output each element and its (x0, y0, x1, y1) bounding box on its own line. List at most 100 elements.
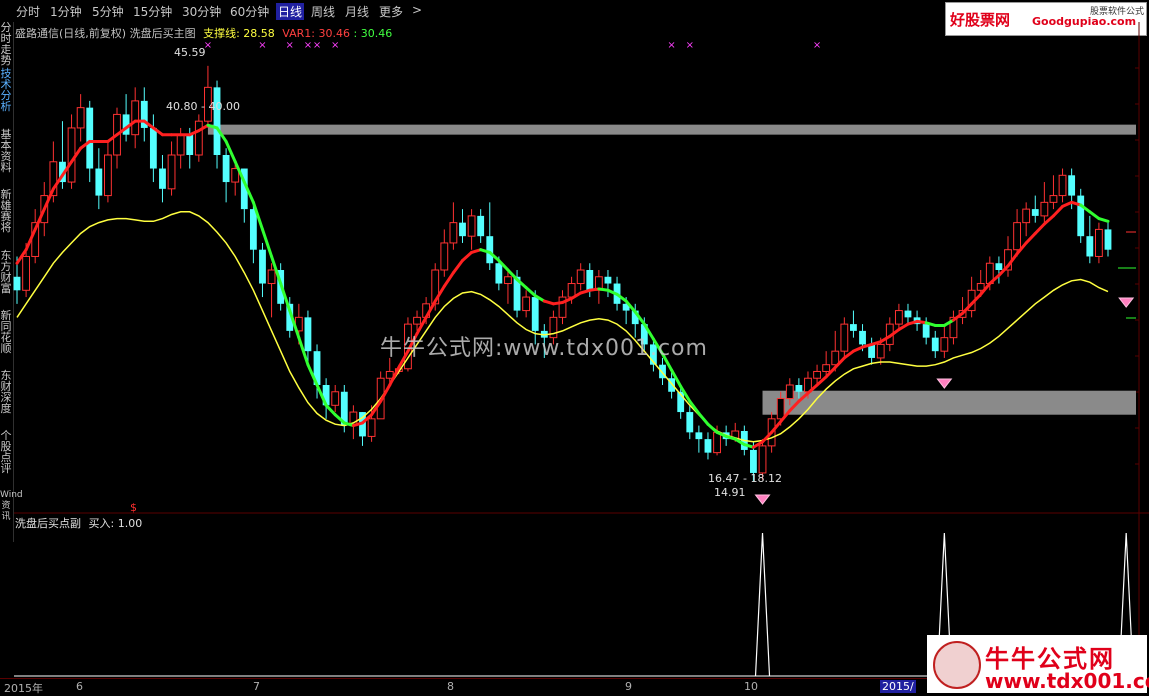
var-line-green (697, 411, 710, 426)
resistance-zone (207, 124, 1137, 135)
candle-body-up (394, 368, 403, 372)
var-line-red (988, 273, 1001, 286)
var1-label: VAR1: (282, 27, 315, 40)
more-arrow-icon[interactable]: > (412, 3, 422, 17)
buy-value: 1.00 (117, 517, 143, 530)
sidebar-item-depth[interactable]: 东财深度 (0, 370, 12, 414)
var-line-red (51, 173, 64, 191)
candle-body-down (631, 310, 639, 325)
var-line-red (961, 302, 974, 315)
candle-body-up (131, 100, 140, 136)
x-tick-label: 8 (447, 680, 454, 693)
candle-body-up (422, 303, 431, 318)
sidebar-item-review[interactable]: 个股点评 (0, 430, 12, 474)
candle-body-up (431, 269, 440, 305)
x-tick-label: 9 (625, 680, 632, 693)
left-sidebar: 分时走势 技术分析 基本资料 新雄赛将 东方财富 新同花顺 东财深度 个股点评 … (0, 22, 23, 542)
var-line-red (1042, 214, 1055, 226)
tab-weekly[interactable]: 周线 (311, 3, 335, 20)
candle-body-up (231, 168, 240, 183)
sidebar-item-technical[interactable]: 技术分析 (0, 68, 12, 112)
tab-60min[interactable]: 60分钟 (228, 3, 271, 20)
var-line-red (1061, 200, 1074, 208)
var-line-green (279, 282, 292, 313)
candle-body-down (304, 317, 312, 352)
var-line-green (1088, 210, 1101, 221)
candle-body-down (240, 168, 248, 210)
var-line-green (224, 139, 237, 164)
magenta-x-marker: × (813, 40, 821, 51)
candle-body-down (668, 378, 676, 392)
var-line-red (442, 271, 455, 288)
var-line-red (788, 399, 801, 413)
var-line-red (824, 365, 837, 379)
candle-body-up (194, 120, 203, 156)
x-tick-label: 2015年 (4, 682, 43, 695)
candle-body-down (140, 100, 148, 128)
var-line-red (379, 383, 392, 403)
magenta-x-marker: × (258, 40, 266, 51)
sidebar-item-eastmoney[interactable]: 东方财富 (0, 250, 12, 294)
var-line-red (870, 340, 883, 346)
candle-body-up (731, 430, 740, 440)
var-line-green (733, 437, 746, 447)
buy-label: 买入: (88, 517, 115, 530)
var-line-red (151, 126, 164, 137)
resistance-zone-label: 40.80 - 40.00 (166, 100, 240, 113)
var-line-red (451, 259, 464, 275)
var-line-red (897, 322, 910, 332)
tab-30min[interactable]: 30分钟 (182, 3, 221, 20)
chart-grid (1118, 67, 1139, 465)
tab-intraday[interactable]: 分时 (16, 3, 40, 20)
marker-layer: × × × × × × × × × (204, 40, 1135, 505)
var-line-red (197, 123, 210, 133)
var-line-red (997, 264, 1010, 277)
sidebar-item-xinxiong[interactable]: 新雄赛将 (0, 189, 12, 233)
candle-body-down (13, 276, 21, 291)
var-line-red (842, 349, 855, 360)
var-line-green (715, 430, 728, 438)
candle-body-up (1040, 201, 1049, 217)
tab-1min[interactable]: 1分钟 (50, 3, 82, 20)
candle-body-down (1031, 209, 1039, 216)
candle-body-up (294, 316, 303, 332)
candle-body-down (1104, 229, 1112, 250)
candle-body-down (931, 337, 939, 352)
var-line-green (924, 321, 937, 327)
var-line-red (470, 248, 483, 254)
candle-body-down (322, 385, 330, 406)
var-line-red (33, 207, 46, 231)
candle-body-down (686, 412, 694, 433)
candle-body-down (513, 276, 521, 311)
candle-body-up (767, 418, 776, 447)
sidebar-item-intraday[interactable]: 分时走势 (0, 22, 12, 66)
x-tick-label: 7 (253, 680, 260, 693)
tab-daily[interactable]: 日线 (276, 3, 305, 20)
var-line-green (615, 292, 628, 303)
candle-body-up (840, 323, 849, 352)
candle-body-up (449, 222, 458, 244)
tab-5min[interactable]: 5分钟 (92, 3, 124, 20)
var-line-red (833, 356, 846, 369)
var-line-red (424, 299, 437, 319)
sidebar-item-wind[interactable]: Wind资讯 (0, 490, 23, 523)
sidebar-item-tonghuashun[interactable]: 新同花顺 (0, 310, 12, 354)
candle-body-up (967, 289, 976, 312)
sidebar-item-profile[interactable]: 基本资料 (0, 129, 12, 173)
candle-body-down (740, 431, 748, 450)
candle-body-up (267, 269, 276, 285)
candle-body-down (695, 432, 703, 440)
candle-body-up (576, 269, 585, 285)
magenta-x-marker: × (686, 40, 694, 51)
candle-body-down (95, 168, 103, 196)
tab-15min[interactable]: 15分钟 (133, 3, 172, 20)
var-line-green (288, 309, 301, 340)
support-value: 28.58 (243, 27, 275, 40)
tab-monthly[interactable]: 月线 (345, 3, 369, 20)
candle-body-up (958, 310, 967, 318)
support-line-yellow (16, 211, 1109, 443)
magenta-x-marker: × (667, 40, 675, 51)
candle-body-down (277, 270, 285, 304)
tab-more[interactable]: 更多 (379, 3, 403, 20)
candle-body-up (776, 398, 785, 420)
